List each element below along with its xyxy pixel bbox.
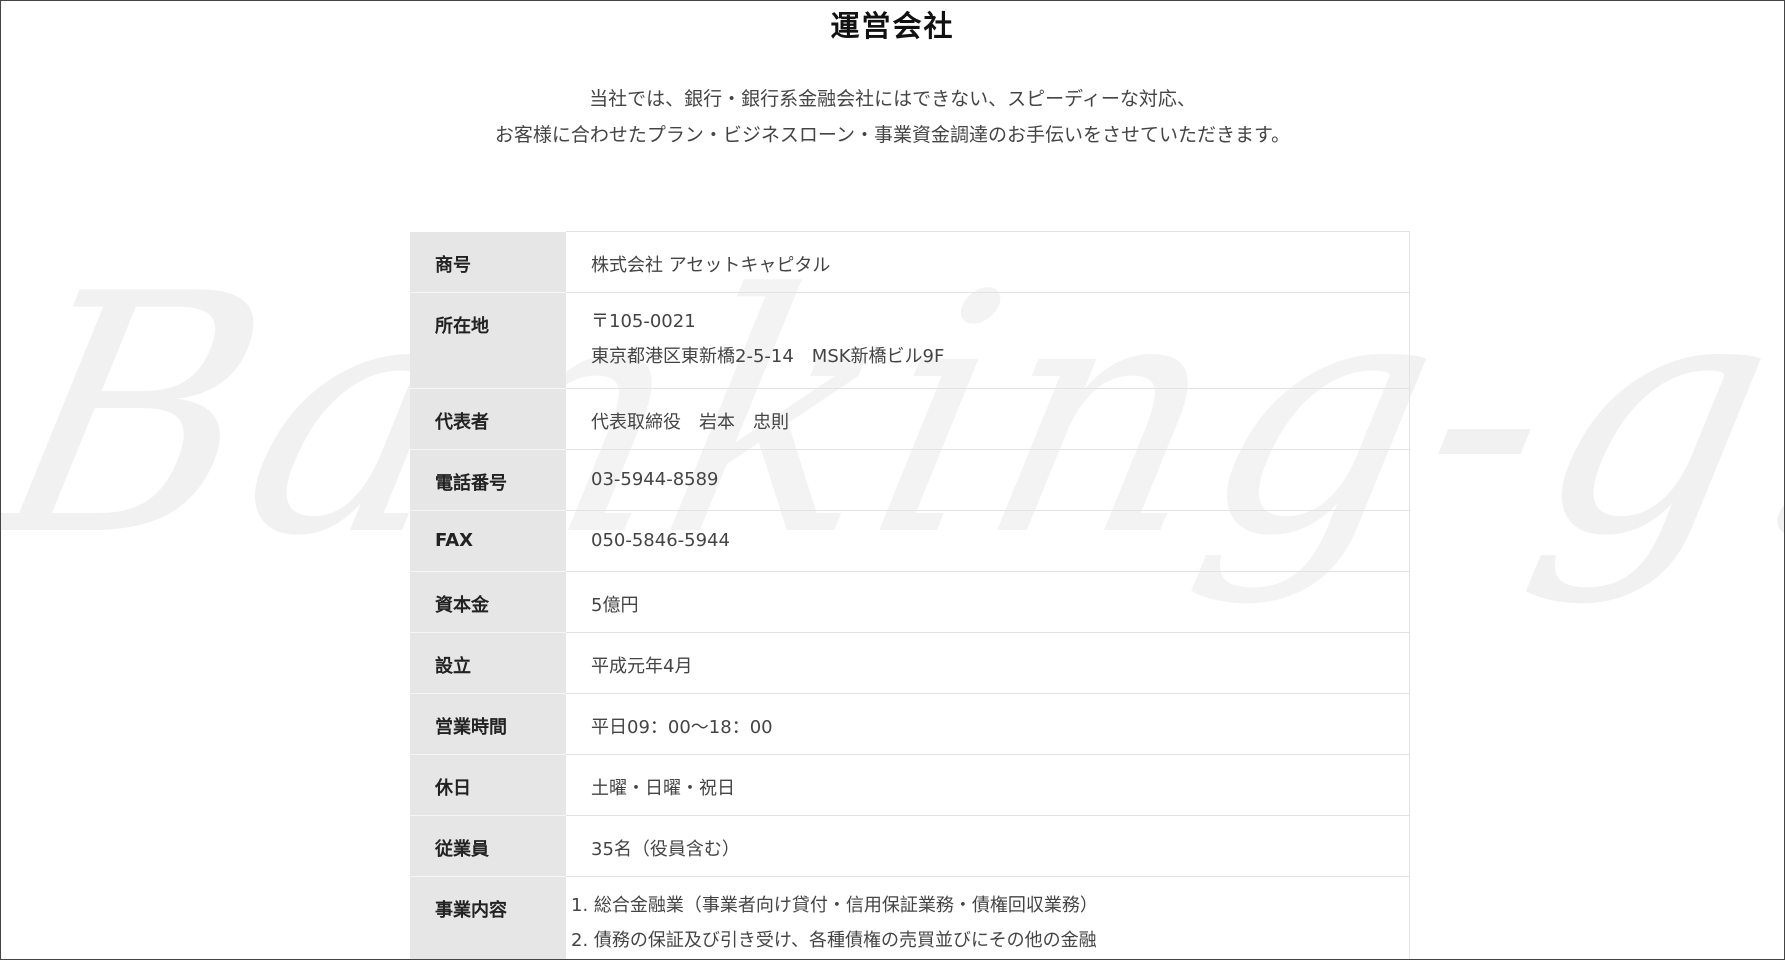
table-row-business: 事業内容 1. 総合金融業（事業者向け貸付・信用保証業務・債権回収業務） 2. … (410, 876, 1410, 959)
table-row-employees: 従業員 35名（役員含む） (410, 815, 1410, 877)
main-content: 運営会社 当社では、銀行・銀行系金融会社にはできない、スピーディーな対応、 お客… (1, 1, 1784, 959)
phone-value: 03-5944-8589 (566, 449, 1410, 511)
intro-line-2: お客様に合わせたプラン・ビジネスローン・事業資金調達のお手伝いをさせていただきま… (494, 124, 1291, 146)
business-value: 1. 総合金融業（事業者向け貸付・信用保証業務・債権回収業務） 2. 債務の保証… (566, 876, 1410, 959)
capital-value: 5億円 (566, 571, 1410, 633)
table-row-established: 設立 平成元年4月 (410, 632, 1410, 694)
phone-label: 電話番号 (410, 449, 566, 511)
table-row-capital: 資本金 5億円 (410, 571, 1410, 633)
table-row-fax: FAX 050-5846-5944 (410, 510, 1410, 572)
business-label: 事業内容 (410, 876, 566, 959)
page-title: 運営会社 (830, 9, 955, 43)
table-row-phone: 電話番号 03-5944-8589 (410, 449, 1410, 511)
intro-line-1: 当社では、銀行・銀行系金融会社にはできない、スピーディーな対応、 (589, 88, 1196, 110)
address-label: 所在地 (410, 292, 566, 389)
table-row-holidays: 休日 土曜・日曜・祝日 (410, 754, 1410, 816)
company-info-table: 商号 株式会社 アセットキャピタル 所在地 〒105-0021 東京都港区東新橋… (410, 231, 1410, 959)
page: Banking-g.com 運営会社 当社では、銀行・銀行系金融会社にはできない… (0, 0, 1785, 960)
capital-label: 資本金 (410, 571, 566, 633)
employees-value: 35名（役員含む） (566, 815, 1410, 877)
trade-name-value: 株式会社 アセットキャピタル (566, 231, 1410, 293)
hours-value: 平日09：00〜18：00 (566, 693, 1410, 755)
trade-name-label: 商号 (410, 231, 566, 293)
employees-label: 従業員 (410, 815, 566, 877)
table-row-hours: 営業時間 平日09：00〜18：00 (410, 693, 1410, 755)
table-row-trade-name: 商号 株式会社 アセットキャピタル (410, 231, 1410, 293)
representative-label: 代表者 (410, 388, 566, 450)
holidays-label: 休日 (410, 754, 566, 816)
representative-value: 代表取締役 岩本 忠則 (566, 388, 1410, 450)
hours-label: 営業時間 (410, 693, 566, 755)
established-value: 平成元年4月 (566, 632, 1410, 694)
address-street: 東京都港区東新橋2-5-14 MSK新橋ビル9F (591, 346, 945, 367)
fax-label: FAX (410, 510, 566, 572)
table-row-address: 所在地 〒105-0021 東京都港区東新橋2-5-14 MSK新橋ビル9F (410, 292, 1410, 389)
holidays-value: 土曜・日曜・祝日 (566, 754, 1410, 816)
established-label: 設立 (410, 632, 566, 694)
business-item-1: 1. 総合金融業（事業者向け貸付・信用保証業務・債権回収業務） (571, 895, 1098, 916)
table-row-representative: 代表者 代表取締役 岩本 忠則 (410, 388, 1410, 450)
address-value: 〒105-0021 東京都港区東新橋2-5-14 MSK新橋ビル9F (566, 292, 1410, 389)
business-item-2: 2. 債務の保証及び引き受け、各種債権の売買並びにその他の金融 (571, 930, 1097, 951)
intro-text: 当社では、銀行・銀行系金融会社にはできない、スピーディーな対応、 お客様に合わせ… (1, 81, 1784, 153)
address-postal: 〒105-0021 (591, 311, 696, 332)
fax-value: 050-5846-5944 (566, 510, 1410, 572)
